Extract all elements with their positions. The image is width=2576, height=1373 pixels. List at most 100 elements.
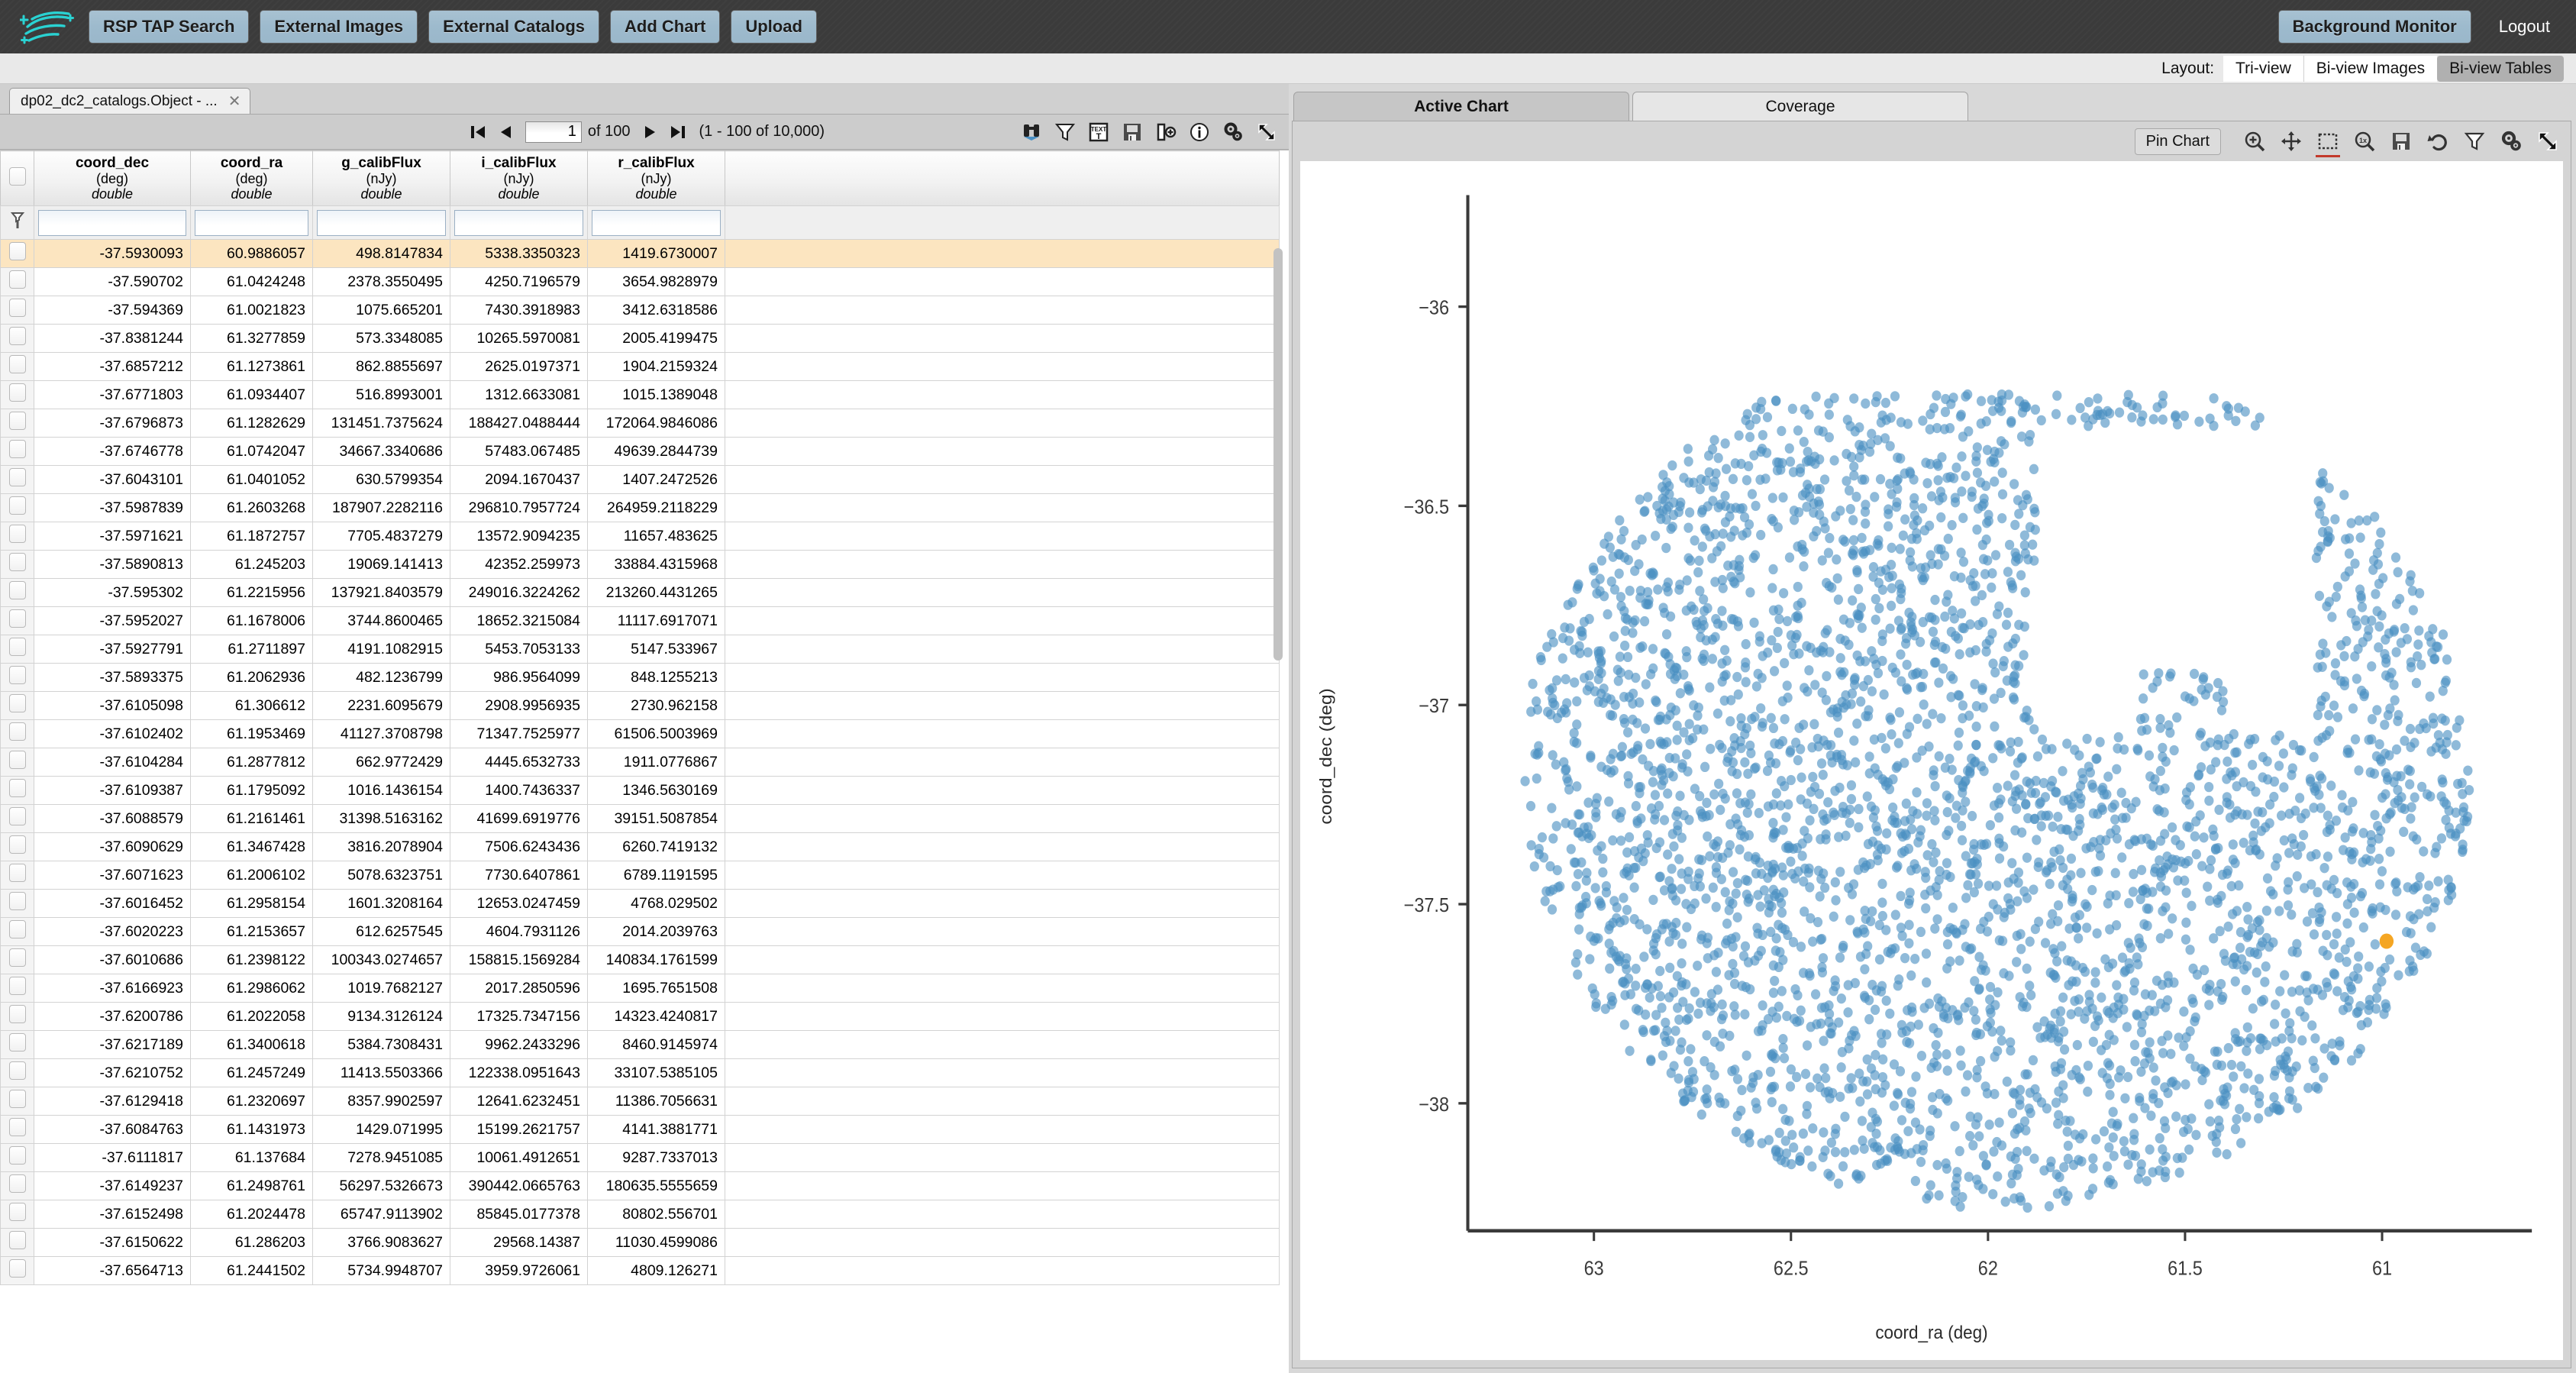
table-row[interactable]: -37.6217189 61.3400618 5384.7308431 9962.24…: [0, 1030, 1280, 1059]
column-header-i-calibflux[interactable]: i_calibFlux (nJy) double: [450, 150, 588, 206]
row-checkbox[interactable]: [8, 1090, 26, 1108]
row-checkbox-cell[interactable]: [0, 1171, 34, 1200]
row-checkbox-cell[interactable]: [0, 409, 34, 438]
row-checkbox[interactable]: [8, 440, 26, 458]
row-checkbox-cell[interactable]: [0, 804, 34, 833]
table-row[interactable]: -37.5893375 61.2062936 482.1236799 986.9564…: [0, 663, 1280, 692]
table-row[interactable]: -37.6088579 61.2161461 31398.5163162 41699.…: [0, 804, 1280, 833]
row-checkbox-cell[interactable]: [0, 324, 34, 353]
logout-link[interactable]: Logout: [2499, 17, 2550, 37]
row-checkbox[interactable]: [8, 1231, 26, 1249]
table-row[interactable]: -37.5952027 61.1678006 3744.8600465 18652.3…: [0, 606, 1280, 635]
table-row[interactable]: -37.6746778 61.0742047 34667.3340686 57483.…: [0, 437, 1280, 466]
row-checkbox[interactable]: [8, 1118, 26, 1136]
table-row[interactable]: -37.6090629 61.3467428 3816.2078904 7506.62…: [0, 832, 1280, 861]
layout-option-bi-view-tables[interactable]: Bi-view Tables: [2437, 55, 2564, 82]
table-row[interactable]: -37.5890813 61.245203 19069.141413 42352.25…: [0, 550, 1280, 579]
table-row[interactable]: -37.5971621 61.1872757 7705.4837279 13572.9…: [0, 522, 1280, 551]
undo-icon[interactable]: [2426, 129, 2450, 153]
row-checkbox-cell[interactable]: [0, 465, 34, 494]
filter-input-i-calibflux[interactable]: [450, 205, 588, 240]
row-checkbox[interactable]: [8, 496, 26, 515]
filter-input-coord-dec[interactable]: [34, 205, 191, 240]
settings-gears-icon[interactable]: [1222, 121, 1244, 144]
table-row[interactable]: -37.5987839 61.2603268 187907.2282116 29681…: [0, 493, 1280, 522]
row-checkbox[interactable]: [8, 468, 26, 486]
row-checkbox[interactable]: [8, 412, 26, 430]
settings-gears-icon[interactable]: [2499, 129, 2523, 153]
filter-input-g-calibflux[interactable]: [312, 205, 450, 240]
table-row[interactable]: -37.6210752 61.2457249 11413.5503366 122338…: [0, 1058, 1280, 1087]
row-checkbox-cell[interactable]: [0, 1087, 34, 1116]
row-checkbox[interactable]: [8, 779, 26, 797]
save-icon[interactable]: [1121, 121, 1144, 144]
column-header-coord-dec[interactable]: coord_dec (deg) double: [34, 150, 191, 206]
row-checkbox[interactable]: [8, 948, 26, 967]
row-checkbox[interactable]: [8, 835, 26, 854]
expand-icon[interactable]: [1255, 121, 1278, 144]
row-checkbox[interactable]: [8, 609, 26, 628]
row-checkbox[interactable]: [8, 638, 26, 656]
row-checkbox-cell[interactable]: [0, 352, 34, 381]
row-checkbox-cell[interactable]: [0, 380, 34, 409]
row-checkbox[interactable]: [8, 1174, 26, 1193]
filter-input-r-calibflux[interactable]: [587, 205, 725, 240]
highlighted-point[interactable]: [2379, 933, 2394, 949]
row-checkbox[interactable]: [8, 553, 26, 571]
row-checkbox[interactable]: [8, 525, 26, 543]
background-monitor-button[interactable]: Background Monitor: [2277, 10, 2471, 44]
previous-page-icon[interactable]: [492, 123, 519, 141]
table-row[interactable]: -37.6111817 61.137684 7278.9451085 10061.49…: [0, 1143, 1280, 1172]
row-checkbox-cell[interactable]: [0, 945, 34, 974]
row-checkbox-cell[interactable]: [0, 550, 34, 579]
table-row[interactable]: -37.6564713 61.2441502 5734.9948707 3959.97…: [0, 1256, 1280, 1285]
row-checkbox[interactable]: [8, 864, 26, 882]
row-checkbox-cell[interactable]: [0, 1256, 34, 1285]
layout-option-tri-view[interactable]: Tri-view: [2223, 55, 2303, 82]
select-box-icon[interactable]: [2316, 129, 2340, 157]
table-row[interactable]: -37.6150622 61.286203 3766.9083627 29568.14…: [0, 1228, 1280, 1257]
row-checkbox-cell[interactable]: [0, 522, 34, 551]
table-row[interactable]: -37.6152498 61.2024478 65747.9113902 85845.…: [0, 1200, 1280, 1229]
table-row[interactable]: -37.8381244 61.3277859 573.3348085 10265.59…: [0, 324, 1280, 353]
row-checkbox-cell[interactable]: [0, 776, 34, 805]
upload-button[interactable]: Upload: [731, 10, 817, 44]
table-row[interactable]: -37.595302 61.2215956 137921.8403579 249016…: [0, 578, 1280, 607]
row-checkbox[interactable]: [8, 1203, 26, 1221]
add-column-icon[interactable]: [1154, 121, 1177, 144]
row-checkbox-cell[interactable]: [0, 663, 34, 692]
table-row[interactable]: -37.594369 61.0021823 1075.665201 7430.3918…: [0, 296, 1280, 325]
first-page-icon[interactable]: [464, 123, 492, 141]
search-binoculars-icon[interactable]: [1020, 121, 1043, 144]
select-all-header[interactable]: [0, 150, 34, 206]
select-all-checkbox[interactable]: [8, 166, 26, 186]
row-checkbox[interactable]: [8, 892, 26, 910]
row-checkbox-cell[interactable]: [0, 1030, 34, 1059]
tab-active-chart[interactable]: Active Chart: [1293, 92, 1629, 121]
table-grid-container[interactable]: coord_dec (deg) double coord_ra (deg) do…: [0, 150, 1289, 1373]
layout-option-bi-view-images[interactable]: Bi-view Images: [2303, 55, 2438, 82]
column-header-g-calibflux[interactable]: g_calibFlux (nJy) double: [312, 150, 450, 206]
rsp-tap-search-button[interactable]: RSP TAP Search: [89, 10, 250, 44]
row-checkbox-cell[interactable]: [0, 1002, 34, 1031]
row-checkbox[interactable]: [8, 327, 26, 345]
text-view-icon[interactable]: TEXT T: [1087, 121, 1110, 144]
row-checkbox[interactable]: [8, 920, 26, 938]
table-row[interactable]: -37.6010686 61.2398122 100343.0274657 15881…: [0, 945, 1280, 974]
scrollbar-thumb[interactable]: [1273, 248, 1283, 661]
row-checkbox-cell[interactable]: [0, 861, 34, 890]
row-checkbox-cell[interactable]: [0, 296, 34, 325]
scatter-plot[interactable]: 63 62.5 62 61.5 61 −36 −36.5 −37 −37.5 −38 coord_…: [1300, 161, 2563, 1360]
row-checkbox[interactable]: [8, 1146, 26, 1165]
row-checkbox[interactable]: [8, 581, 26, 599]
table-row[interactable]: -37.6102402 61.1953469 41127.3708798 71347.…: [0, 719, 1280, 748]
zoom-reset-1x-icon[interactable]: 1x: [2352, 129, 2377, 153]
next-page-icon[interactable]: [637, 123, 664, 141]
last-page-icon[interactable]: [664, 123, 692, 141]
table-row[interactable]: -37.6104284 61.2877812 662.9772429 4445.653…: [0, 748, 1280, 777]
row-checkbox-cell[interactable]: [0, 437, 34, 466]
table-row[interactable]: -37.590702 61.0424248 2378.3550495 4250.719…: [0, 267, 1280, 296]
table-row[interactable]: -37.6071623 61.2006102 5078.6323751 7730.64…: [0, 861, 1280, 890]
row-checkbox-cell[interactable]: [0, 606, 34, 635]
table-row[interactable]: -37.6043101 61.0401052 630.5799354 2094.167…: [0, 465, 1280, 494]
